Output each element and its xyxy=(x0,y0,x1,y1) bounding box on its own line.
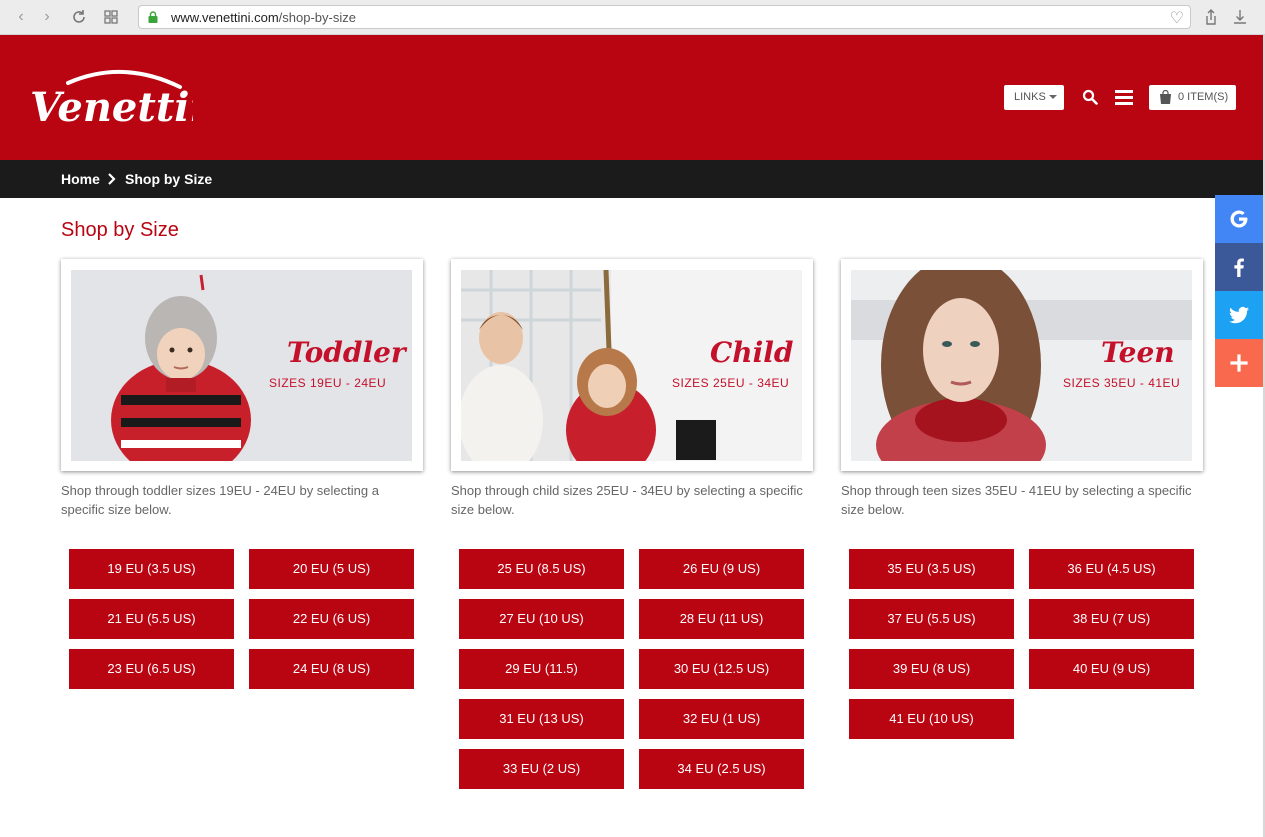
breadcrumb: Home Shop by Size xyxy=(0,160,1263,198)
category-card-toddler[interactable]: Toddler SIZES 19EU - 24EU xyxy=(61,259,423,471)
size-button-38eu[interactable]: 38 EU (7 US) xyxy=(1029,599,1194,639)
size-button-37eu[interactable]: 37 EU (5.5 US) xyxy=(849,599,1014,639)
share-google-button[interactable] xyxy=(1215,195,1263,243)
size-button-34eu[interactable]: 34 EU (2.5 US) xyxy=(639,749,804,789)
twitter-icon xyxy=(1229,306,1249,324)
size-button-23eu[interactable]: 23 EU (6.5 US) xyxy=(69,649,234,689)
size-button-40eu[interactable]: 40 EU (9 US) xyxy=(1029,649,1194,689)
chevron-right-icon xyxy=(108,173,116,185)
toddler-photo: Toddler SIZES 19EU - 24EU xyxy=(71,270,412,461)
size-button-30eu[interactable]: 30 EU (12.5 US) xyxy=(639,649,804,689)
site-header: Venettini LINKS 0 ITEM(S) xyxy=(0,35,1263,160)
size-button-20eu[interactable]: 20 EU (5 US) xyxy=(249,549,414,589)
size-button-29eu[interactable]: 29 EU (11.5) xyxy=(459,649,624,689)
size-button-41eu[interactable]: 41 EU (10 US) xyxy=(849,699,1014,739)
caret-down-icon xyxy=(1049,95,1057,99)
category-card-child[interactable]: Child SIZES 25EU - 34EU xyxy=(451,259,813,471)
download-icon[interactable] xyxy=(1230,7,1250,27)
size-button-33eu[interactable]: 33 EU (2 US) xyxy=(459,749,624,789)
size-button-31eu[interactable]: 31 EU (13 US) xyxy=(459,699,624,739)
cart-button[interactable]: 0 ITEM(S) xyxy=(1149,85,1236,110)
size-button-26eu[interactable]: 26 EU (9 US) xyxy=(639,549,804,589)
size-button-27eu[interactable]: 27 EU (10 US) xyxy=(459,599,624,639)
reload-icon[interactable] xyxy=(69,7,89,27)
teen-sizes-label: SIZES 35EU - 41EU xyxy=(1063,376,1181,390)
lock-icon xyxy=(148,11,158,23)
back-icon[interactable]: ‹ xyxy=(12,8,30,26)
url-text: www.venettini.com/shop-by-size xyxy=(171,10,356,25)
size-button-22eu[interactable]: 22 EU (6 US) xyxy=(249,599,414,639)
forward-icon[interactable]: › xyxy=(38,8,56,26)
size-button-24eu[interactable]: 24 EU (8 US) xyxy=(249,649,414,689)
svg-text:Venettini: Venettini xyxy=(30,84,193,131)
plus-icon xyxy=(1230,354,1248,372)
teen-description: Shop through teen sizes 35EU - 41EU by s… xyxy=(841,483,1192,517)
size-button-19eu[interactable]: 19 EU (3.5 US) xyxy=(69,549,234,589)
share-twitter-button[interactable] xyxy=(1215,291,1263,339)
browser-toolbar: ‹ › www.venettini.com/shop-by-size ♡ xyxy=(0,0,1265,35)
breadcrumb-home[interactable]: Home xyxy=(61,171,100,187)
child-title: Child xyxy=(710,336,794,369)
page-title: Shop by Size xyxy=(61,219,179,241)
size-button-21eu[interactable]: 21 EU (5.5 US) xyxy=(69,599,234,639)
child-description: Shop through child sizes 25EU - 34EU by … xyxy=(451,483,803,517)
shopping-bag-icon xyxy=(1160,90,1171,104)
size-button-32eu[interactable]: 32 EU (1 US) xyxy=(639,699,804,739)
venettini-logo[interactable]: Venettini xyxy=(28,65,193,135)
size-button-39eu[interactable]: 39 EU (8 US) xyxy=(849,649,1014,689)
heart-icon[interactable]: ♡ xyxy=(1170,8,1184,28)
size-button-35eu[interactable]: 35 EU (3.5 US) xyxy=(849,549,1014,589)
breadcrumb-current: Shop by Size xyxy=(125,171,213,187)
teen-title: Teen xyxy=(1101,336,1175,369)
links-dropdown[interactable]: LINKS xyxy=(1004,85,1064,110)
tabs-grid-icon[interactable] xyxy=(101,7,121,27)
share-facebook-button[interactable] xyxy=(1215,243,1263,291)
child-sizes-label: SIZES 25EU - 34EU xyxy=(672,376,790,390)
child-photo: Child SIZES 25EU - 34EU xyxy=(461,270,802,461)
share-icon[interactable] xyxy=(1201,7,1221,27)
toddler-title: Toddler xyxy=(287,336,406,369)
google-icon xyxy=(1230,210,1248,228)
share-more-button[interactable] xyxy=(1215,339,1263,387)
search-icon[interactable] xyxy=(1082,89,1098,105)
size-button-28eu[interactable]: 28 EU (11 US) xyxy=(639,599,804,639)
address-bar[interactable]: www.venettini.com/shop-by-size ♡ xyxy=(138,5,1191,29)
toddler-description: Shop through toddler sizes 19EU - 24EU b… xyxy=(61,483,379,517)
size-button-25eu[interactable]: 25 EU (8.5 US) xyxy=(459,549,624,589)
facebook-icon xyxy=(1234,258,1244,277)
hamburger-menu-icon[interactable] xyxy=(1115,90,1133,105)
teen-photo: Teen SIZES 35EU - 41EU xyxy=(851,270,1192,461)
toddler-sizes-label: SIZES 19EU - 24EU xyxy=(269,376,387,390)
category-card-teen[interactable]: Teen SIZES 35EU - 41EU xyxy=(841,259,1203,471)
size-button-36eu[interactable]: 36 EU (4.5 US) xyxy=(1029,549,1194,589)
